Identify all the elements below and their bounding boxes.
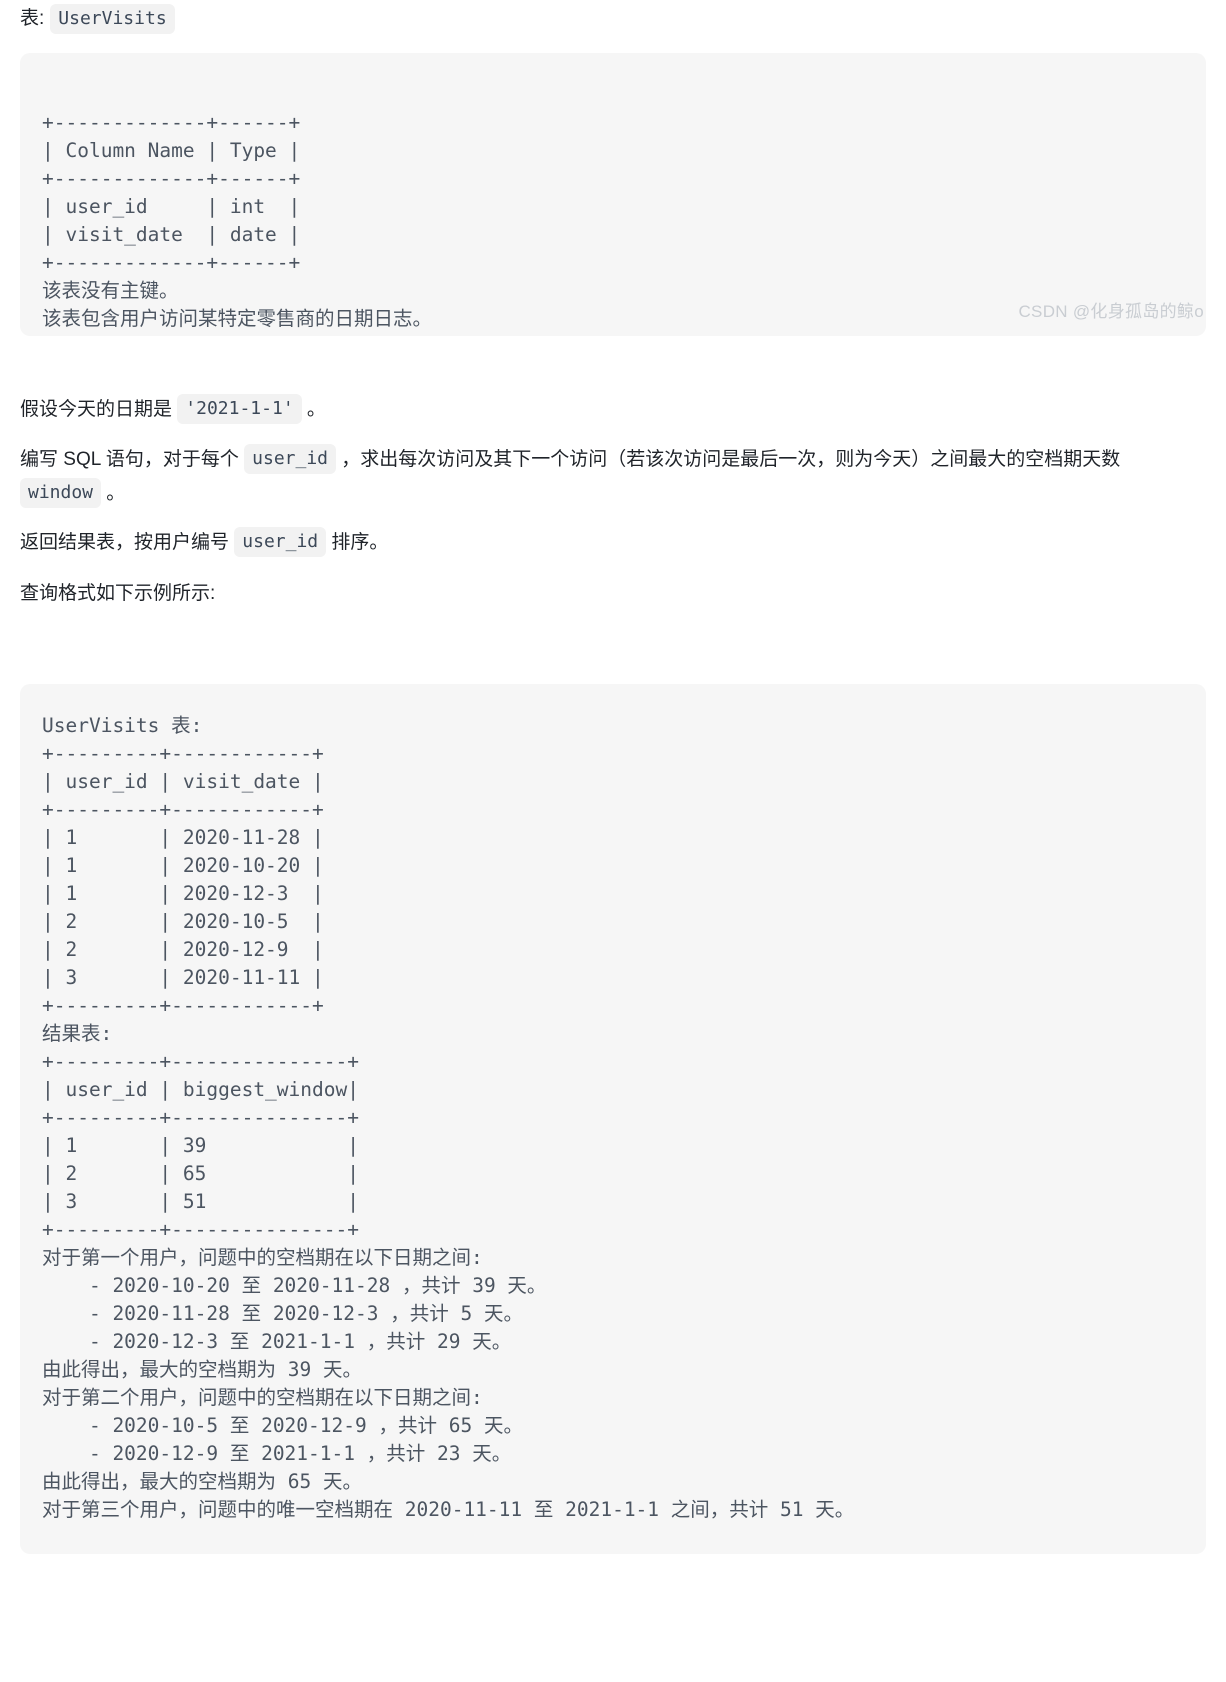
table-label: 表: [20,8,45,29]
csdn-watermark: CSDN @化身孤岛的鲸o [1018,302,1204,321]
window-chip: window [20,478,102,508]
write-part2: ，求出每次访问及其下一个访问（若该次访问是最后一次，则为今天）之间最大的空档期天… [336,449,1121,470]
return-part1: 返回结果表，按用户编号 [20,532,235,553]
table-name-chip: UserVisits [50,4,175,34]
paragraph-format-note: 查询格式如下示例所示: [20,583,216,604]
table-name-row: 表: UserVisits [20,0,1206,35]
example-code-text: UserVisits 表: +---------+------------+ |… [42,714,855,1521]
paragraph-return-result: 返回结果表，按用户编号 user_id 排序。 [20,526,1206,560]
write-part1: 编写 SQL 语句，对于每个 [20,449,245,470]
problem-page: 表: UserVisits +-------------+------+ | C… [0,0,1226,1554]
schema-code-text: +-------------+------+ | Column Name | T… [42,111,433,330]
return-part2: 排序。 [326,532,389,553]
today-suffix: 。 [301,399,326,420]
schema-code-block: +-------------+------+ | Column Name | T… [20,53,1206,336]
paragraph-write-sql: 编写 SQL 语句，对于每个 user_id ，求出每次访问及其下一个访问（若该… [20,443,1206,511]
example-code-block: UserVisits 表: +---------+------------+ |… [20,684,1206,1554]
today-date-chip: '2021-1-1' [177,394,302,424]
paragraph-today-date: 假设今天的日期是 '2021-1-1' 。 [20,393,1206,427]
user-id-chip-2: user_id [234,527,327,557]
write-part3: 。 [101,483,126,504]
today-prefix: 假设今天的日期是 [20,399,178,420]
user-id-chip-1: user_id [244,444,337,474]
